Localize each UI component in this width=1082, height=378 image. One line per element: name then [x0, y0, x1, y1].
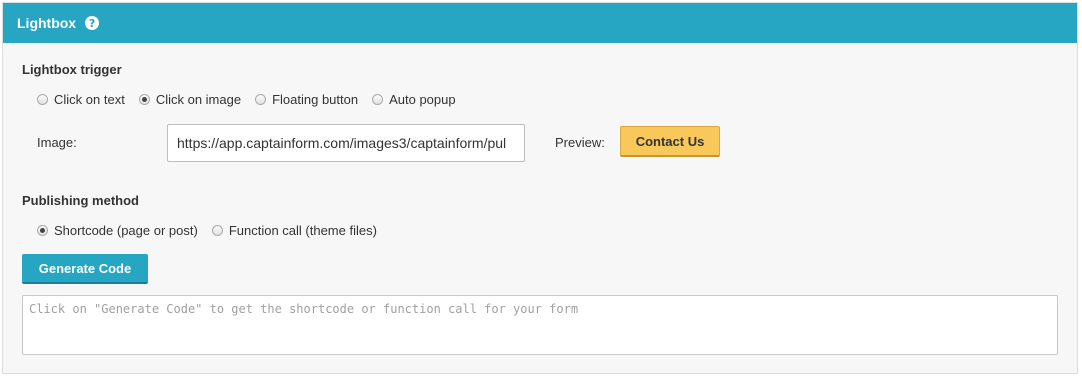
trigger-option-label: Click on image — [155, 92, 242, 107]
lightbox-panel: Lightbox ? Lightbox trigger Click on tex… — [2, 2, 1078, 374]
help-icon[interactable]: ? — [85, 16, 100, 30]
publishing-option-function-call[interactable]: Function call (theme files) — [211, 223, 377, 238]
generate-code-button[interactable]: Generate Code — [22, 254, 148, 284]
publishing-method-title: Publishing method — [22, 193, 139, 208]
trigger-option-click-on-text[interactable]: Click on text — [37, 92, 125, 107]
radio-button[interactable] — [37, 225, 48, 236]
trigger-option-click-on-image[interactable]: Click on image — [138, 92, 242, 107]
radio-button[interactable] — [138, 94, 150, 105]
trigger-option-floating-button[interactable]: Floating button — [255, 92, 358, 107]
radio-button[interactable] — [211, 225, 223, 236]
panel-title: Lightbox — [17, 15, 77, 31]
publishing-option-shortcode[interactable]: Shortcode (page or post) — [37, 223, 198, 238]
contact-us-preview-button[interactable]: Contact Us — [620, 126, 720, 157]
publishing-method-options: Shortcode (page or post) Function call (… — [37, 223, 391, 238]
preview-label: Preview: — [555, 135, 605, 150]
trigger-option-label: Auto popup — [389, 92, 456, 107]
radio-button[interactable] — [372, 94, 384, 105]
image-url-input[interactable] — [167, 124, 525, 162]
lightbox-trigger-options: Click on text Click on image Floating bu… — [37, 92, 470, 107]
publishing-option-label: Shortcode (page or post) — [54, 223, 198, 238]
lightbox-trigger-title: Lightbox trigger — [22, 62, 122, 77]
trigger-option-auto-popup[interactable]: Auto popup — [372, 92, 456, 107]
radio-button[interactable] — [37, 94, 48, 105]
publishing-option-label: Function call (theme files) — [228, 223, 377, 238]
trigger-option-label: Floating button — [272, 92, 359, 107]
panel-header: Lightbox ? — [3, 3, 1077, 43]
image-label: Image: — [37, 135, 77, 150]
radio-button[interactable] — [255, 94, 267, 105]
trigger-option-label: Click on text — [54, 92, 125, 107]
generated-code-textarea[interactable] — [22, 295, 1058, 355]
